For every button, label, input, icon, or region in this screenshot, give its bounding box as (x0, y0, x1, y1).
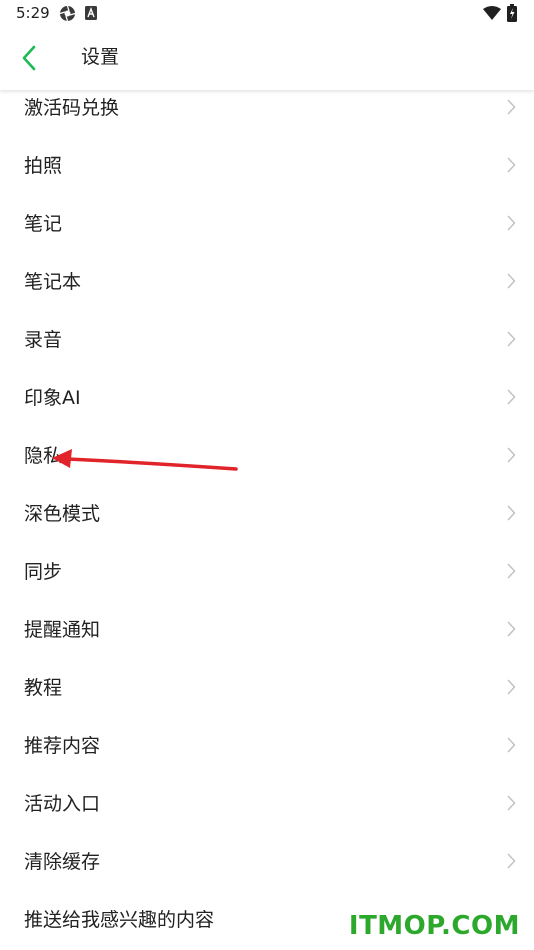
settings-item-label: 推荐内容 (24, 735, 101, 757)
watermark: ITMOP.COM (344, 910, 524, 942)
chevron-right-icon (507, 679, 516, 695)
settings-item[interactable]: 同步 (0, 543, 534, 601)
chevron-right-icon (507, 447, 516, 463)
settings-item-label: 拍照 (24, 155, 63, 177)
app-bar: 设置 (0, 28, 534, 90)
chevron-right-icon (507, 157, 516, 173)
settings-item-label: 同步 (24, 561, 63, 583)
chevron-right-icon (507, 737, 516, 753)
settings-item-label: 推送给我感兴趣的内容 (24, 909, 215, 931)
settings-item[interactable]: 教程 (0, 659, 534, 717)
settings-item-label: 隐私 (24, 445, 63, 467)
battery-charging-icon (507, 4, 517, 22)
settings-item-label: 录音 (24, 329, 63, 351)
wifi-icon (483, 6, 501, 20)
chevron-right-icon (507, 621, 516, 637)
settings-item-label: 提醒通知 (24, 619, 101, 641)
settings-item-label: 清除缓存 (24, 851, 101, 873)
settings-item-label: 活动入口 (24, 793, 101, 815)
settings-item[interactable]: 推荐内容 (0, 717, 534, 775)
chevron-right-icon (507, 215, 516, 231)
settings-item-label: 笔记本 (24, 271, 82, 293)
chevron-right-icon (507, 99, 516, 115)
chevron-right-icon (507, 273, 516, 289)
page-title: 设置 (81, 46, 120, 68)
settings-item[interactable]: 印象AI (0, 369, 534, 427)
status-bar: 5:29 (0, 0, 534, 28)
settings-item-label: 教程 (24, 677, 63, 699)
chevron-right-icon (507, 331, 516, 347)
settings-item[interactable]: 深色模式 (0, 485, 534, 543)
chevron-right-icon (507, 389, 516, 405)
settings-item[interactable]: 清除缓存 (0, 833, 534, 891)
settings-item[interactable]: 提醒通知 (0, 601, 534, 659)
settings-item[interactable]: 拍照 (0, 137, 534, 195)
chevron-right-icon (507, 505, 516, 521)
settings-item[interactable]: 笔记 (0, 195, 534, 253)
back-arrow-icon (22, 45, 36, 71)
settings-item-label: 笔记 (24, 213, 63, 235)
chevron-right-icon (507, 563, 516, 579)
settings-list: 激活码兑换拍照笔记笔记本录音印象AI 隐私深色模式同步提醒通知教程推荐内容活动入口… (0, 79, 534, 949)
notification-app-icon (85, 6, 97, 20)
status-time: 5:29 (16, 4, 50, 22)
settings-item-label: 印象AI (24, 387, 81, 409)
chevron-right-icon (507, 853, 516, 869)
settings-item[interactable]: 隐私 (0, 427, 534, 485)
notification-aperture-icon (59, 5, 76, 22)
settings-item[interactable]: 录音 (0, 311, 534, 369)
chevron-right-icon (507, 795, 516, 811)
settings-item[interactable]: 笔记本 (0, 253, 534, 311)
settings-item-label: 激活码兑换 (24, 97, 120, 119)
back-button[interactable] (14, 42, 46, 74)
settings-item[interactable]: 活动入口 (0, 775, 534, 833)
settings-item-label: 深色模式 (24, 503, 101, 525)
